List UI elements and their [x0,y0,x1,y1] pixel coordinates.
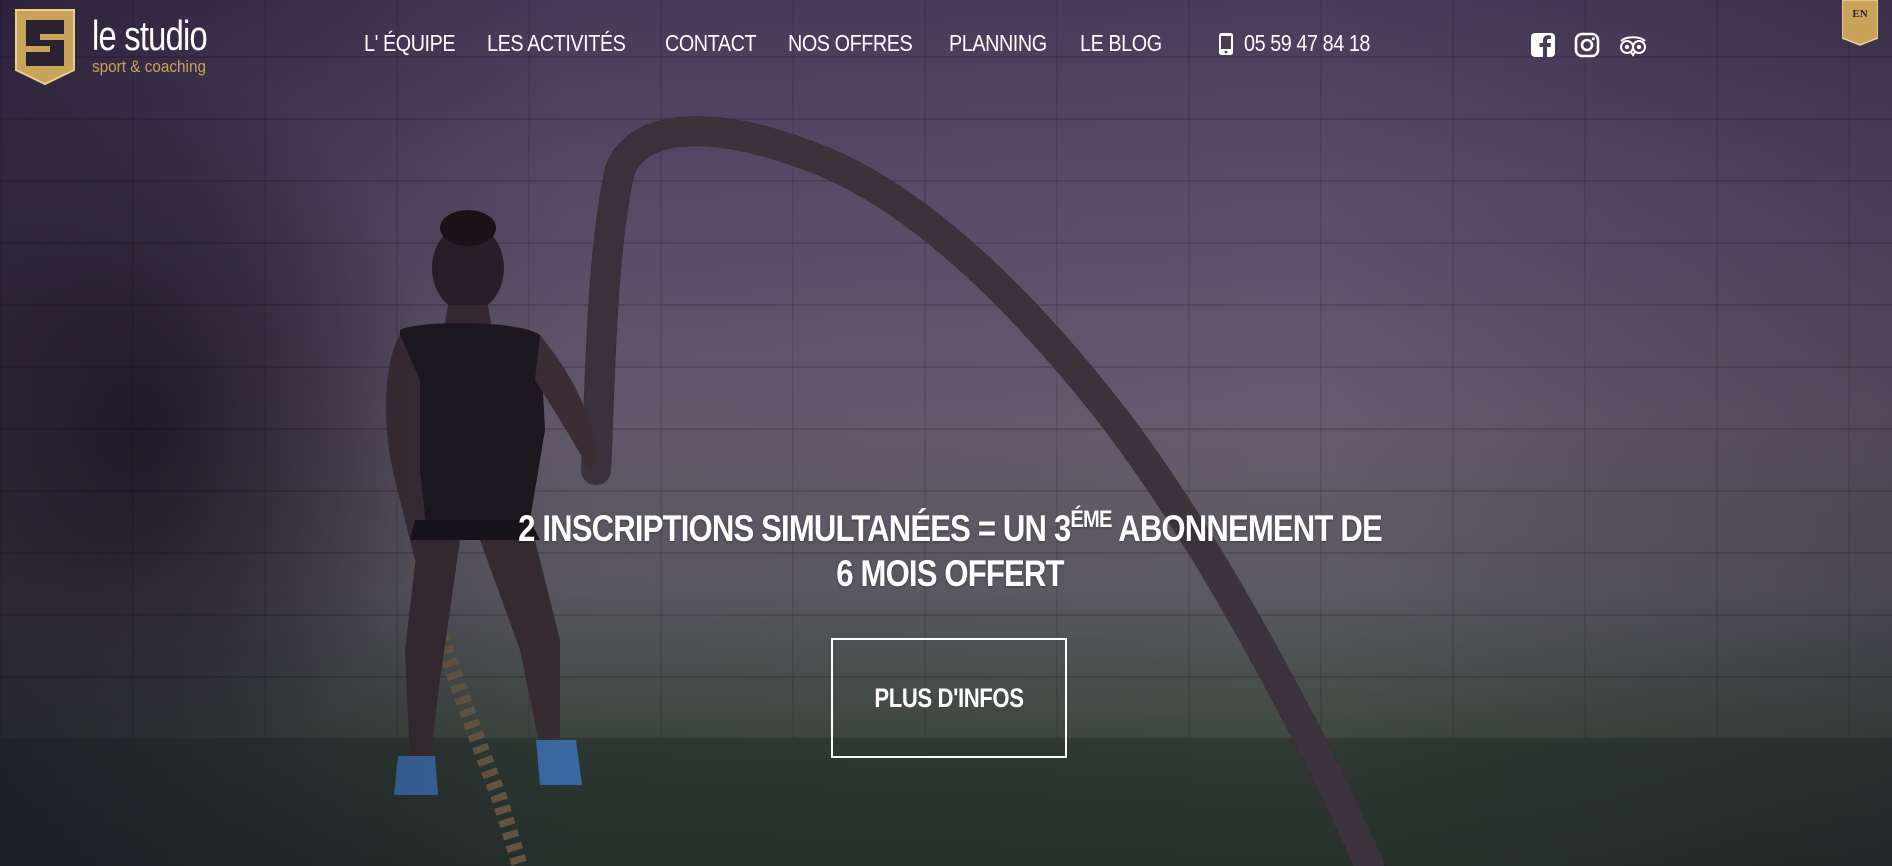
headline-text-start: 2 INSCRIPTIONS SIMULTANÉES = UN 3 [518,508,1071,549]
nav-item-offres[interactable]: NOS OFFRES [788,30,913,60]
hero-headline: 2 INSCRIPTIONS SIMULTANÉES = UN 3ÉME ABO… [430,506,1470,596]
brand-tagline: sport & coaching [92,57,206,76]
instagram-icon[interactable] [1574,32,1600,58]
facebook-icon[interactable] [1530,32,1556,58]
language-label: EN [1852,8,1868,20]
headline-superscript: ÉME [1070,506,1112,533]
site-logo[interactable]: le studio sport & coaching [14,8,224,86]
more-info-label: PLUS D'INFOS [874,682,1024,713]
nav-item-equipe[interactable]: L' ÉQUIPE [364,30,456,60]
language-ribbon-icon [1842,0,1878,46]
mobile-phone-icon [1219,32,1233,55]
phone-number[interactable]: 05 59 47 84 18 [1244,30,1370,57]
nav-item-planning[interactable]: PLANNING [949,30,1047,60]
social-links [1530,32,1648,58]
more-info-button[interactable]: PLUS D'INFOS [831,638,1067,758]
phone-contact[interactable]: 05 59 47 84 18 [1218,30,1390,57]
brand-name: le studio [92,12,208,59]
language-switcher[interactable]: EN [1842,0,1878,46]
nav-item-blog[interactable]: LE BLOG [1080,30,1162,60]
nav-item-activites[interactable]: LES ACTIVITÉS [487,30,626,60]
nav-item-contact[interactable]: CONTACT [665,30,757,60]
main-nav: L' ÉQUIPE LES ACTIVITÉS CONTACT NOS OFFR… [364,30,1163,60]
logo-shield-icon [15,9,75,86]
tripadvisor-icon[interactable] [1618,32,1648,58]
